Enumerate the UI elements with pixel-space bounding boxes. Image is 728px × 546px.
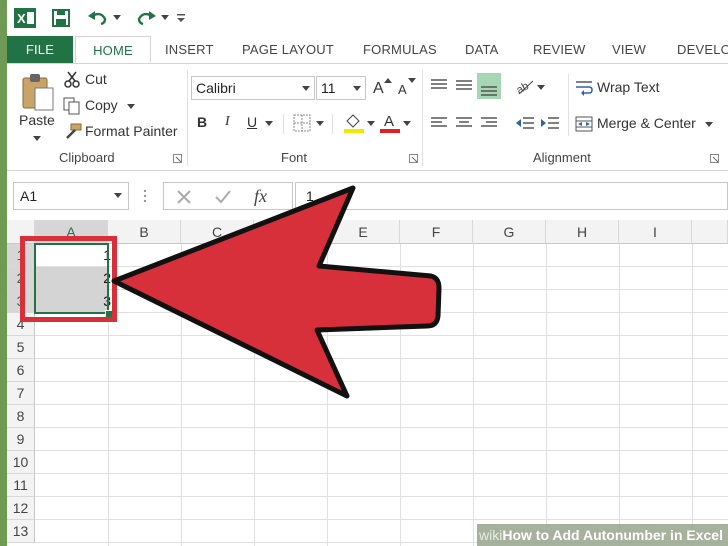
watermark: wikiHow to Add Autonumber in Excel <box>477 524 728 546</box>
pointer-arrow-icon <box>111 185 442 399</box>
watermark-title: How to Add Autonumber in Excel <box>502 527 723 543</box>
excel-window: X FILE HOME INSERT PAGE LAYOUT FORMULAS … <box>7 0 728 546</box>
watermark-brand: wiki <box>479 527 503 543</box>
